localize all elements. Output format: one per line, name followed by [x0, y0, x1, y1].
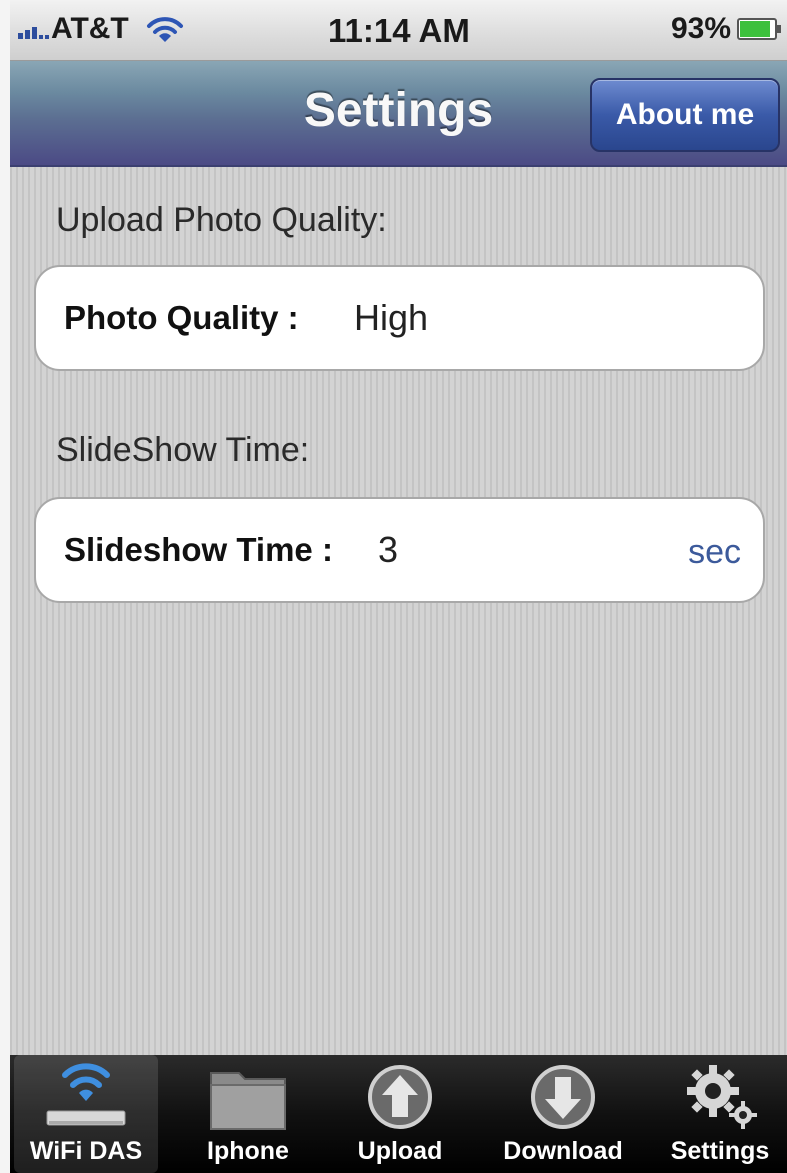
photo-quality-label: Photo Quality :: [64, 299, 299, 336]
slideshow-time-cell[interactable]: Slideshow Time : 3 sec: [34, 497, 765, 603]
tab-iphone[interactable]: Iphone: [186, 1055, 310, 1173]
about-me-button[interactable]: About me: [590, 78, 780, 152]
carrier-name: AT&T: [51, 12, 129, 45]
photo-quality-cell[interactable]: Photo Quality : High: [34, 265, 765, 371]
folder-icon: [203, 1055, 293, 1135]
battery-icon: [737, 18, 781, 40]
tab-label-wifi-das: WiFi DAS: [29, 1137, 143, 1165]
tab-settings[interactable]: Settings: [658, 1055, 782, 1173]
slideshow-section-label: SlideShow Time:: [56, 431, 310, 469]
slideshow-time-label: Slideshow Time :: [64, 531, 333, 568]
slideshow-time-unit: sec: [688, 533, 741, 571]
tab-download[interactable]: Download: [488, 1055, 638, 1173]
wifi-status-icon: [146, 17, 183, 42]
upload-quality-section-label: Upload Photo Quality:: [56, 201, 387, 239]
tab-label-settings: Settings: [670, 1137, 770, 1165]
slideshow-time-input[interactable]: 3: [378, 529, 398, 571]
wifi-icon: [41, 1055, 131, 1135]
gears-icon: [675, 1055, 765, 1135]
carrier-group: AT&T: [18, 12, 185, 46]
download-arrow-icon: [523, 1055, 603, 1135]
battery-group: 93%: [670, 12, 781, 46]
tab-label-iphone: Iphone: [207, 1137, 289, 1165]
tab-wifi-das[interactable]: WiFi DAS: [14, 1055, 158, 1173]
app-screen: AT&T 11:14 AM 93% Settings About me Uplo…: [10, 0, 787, 1173]
tab-upload[interactable]: Upload: [340, 1055, 460, 1173]
navigation-bar: Settings About me: [10, 61, 787, 167]
photo-quality-value[interactable]: High: [354, 297, 428, 339]
settings-content: Upload Photo Quality: Photo Quality : Hi…: [10, 167, 787, 1055]
status-bar: AT&T 11:14 AM 93%: [10, 0, 787, 61]
signal-icon: [18, 19, 49, 39]
tab-label-download: Download: [503, 1137, 623, 1165]
tab-label-upload: Upload: [357, 1137, 443, 1165]
battery-percent: 93%: [670, 12, 731, 45]
status-time: 11:14 AM: [328, 12, 470, 49]
tab-bar: WiFi DAS Iphone Upload Download Settings: [10, 1055, 787, 1173]
upload-arrow-icon: [360, 1055, 440, 1135]
